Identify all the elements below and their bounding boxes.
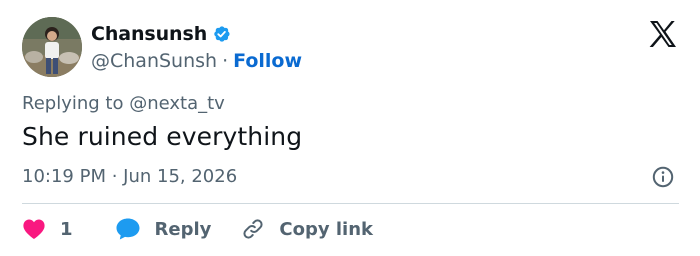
tweet-timestamp[interactable]: 10:19 PM · Jun 15, 2026 xyxy=(22,166,237,187)
replying-prefix: Replying to xyxy=(22,93,124,114)
x-logo-icon[interactable] xyxy=(648,20,678,48)
info-icon[interactable] xyxy=(652,166,674,188)
tweet-text: She ruined everything xyxy=(22,122,303,151)
reply-mention-link[interactable]: @nexta_tv xyxy=(129,93,225,114)
author-display-name[interactable]: Chansunsh xyxy=(91,23,207,45)
like-button[interactable]: 1 xyxy=(22,218,73,240)
copy-link-label: Copy link xyxy=(279,218,373,240)
heart-icon xyxy=(23,219,45,239)
copy-link-button[interactable]: Copy link xyxy=(241,217,373,241)
like-count: 1 xyxy=(60,218,73,240)
verified-badge-icon xyxy=(211,24,231,44)
tweet-embed-card: Chansunsh @ChanSunsh · Follow Replying t… xyxy=(0,0,700,256)
link-icon xyxy=(243,219,263,239)
divider xyxy=(22,203,679,204)
author-info: Chansunsh @ChanSunsh · Follow xyxy=(91,22,302,74)
speech-bubble-icon xyxy=(116,218,140,240)
avatar-photo xyxy=(22,17,82,77)
name-row: Chansunsh xyxy=(91,22,302,46)
reply-label: Reply xyxy=(154,218,212,240)
follow-button[interactable]: Follow xyxy=(233,50,302,72)
action-bar: 1 Reply Copy link xyxy=(22,215,403,243)
author-handle[interactable]: @ChanSunsh xyxy=(91,50,217,72)
handle-row: @ChanSunsh · Follow xyxy=(91,48,302,74)
reply-button[interactable]: Reply xyxy=(115,217,212,241)
separator-dot: · xyxy=(222,50,229,72)
avatar[interactable] xyxy=(22,17,82,77)
replying-to-line: Replying to @nexta_tv xyxy=(22,93,225,114)
